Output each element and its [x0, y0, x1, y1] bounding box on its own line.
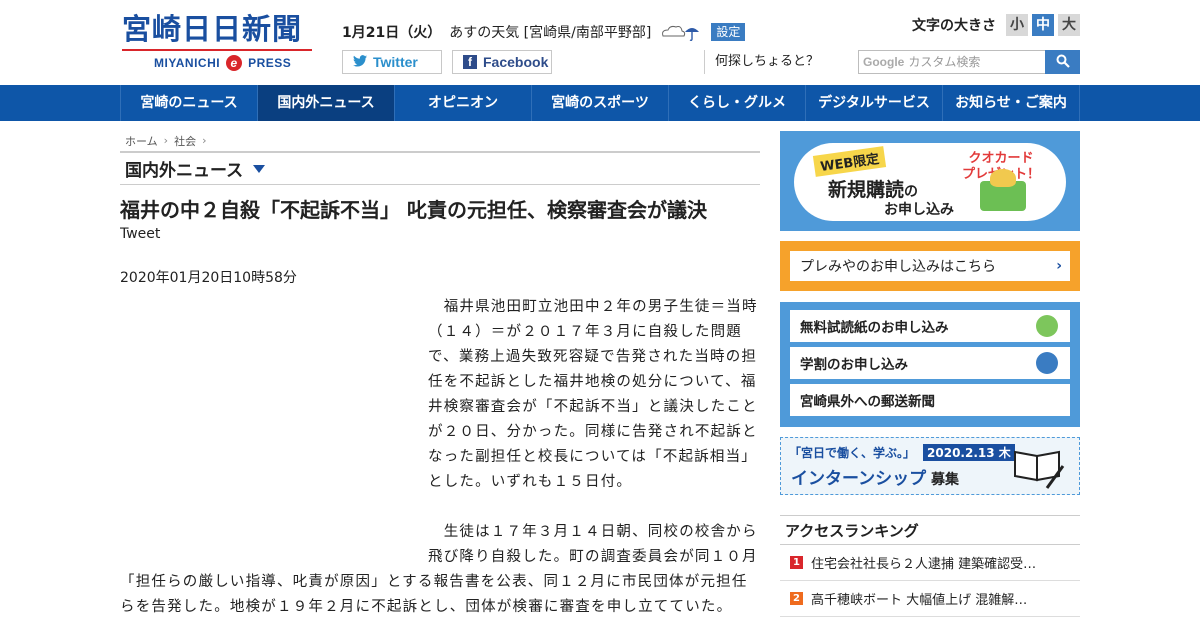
search-icon [1056, 53, 1070, 72]
font-size-large-button[interactable]: 大 [1058, 14, 1080, 36]
ranking-item-text: 高千穂峡ボート 大幅値上げ 混雑解… [811, 593, 1028, 608]
mascot-school-icon [1036, 352, 1058, 374]
breadcrumb-home[interactable]: ホーム [125, 133, 158, 149]
font-size-label: 文字の大きさ [912, 18, 996, 34]
search-input[interactable]: Google カスタム検索 [858, 50, 1046, 74]
outside-prefecture-mail-link[interactable]: 宮崎県外への郵送新聞 [790, 384, 1070, 416]
subscription-links-group: 無料試読紙のお申し込み 学割のお申し込み 宮崎県外への郵送新聞 [780, 302, 1080, 427]
site-header: 宮崎日日新聞 MIYANICHI e PRESS 1月21日（火） あすの天気 … [0, 0, 1200, 85]
nav-item-living-gourmet[interactable]: くらし・グルメ [668, 85, 805, 121]
internship-title: インターンシップ 募集 [791, 464, 959, 489]
nav-item-national-news[interactable]: 国内外ニュース [257, 85, 394, 121]
subscription-title-no: の [904, 184, 919, 200]
font-size-medium-button[interactable]: 中 [1032, 14, 1054, 36]
premiyaa-banner: プレみやのお申し込みはこちら › [780, 241, 1080, 291]
twitter-share-button[interactable]: Twitter [342, 50, 442, 74]
google-label: Google [863, 55, 905, 69]
logo-e-icon: e [226, 55, 243, 71]
access-ranking-title: アクセスランキング [780, 515, 1080, 545]
font-size-control: 文字の大きさ 小 中 大 [912, 14, 1080, 36]
free-trial-link[interactable]: 無料試読紙のお申し込み [790, 310, 1070, 342]
article-photo-area [120, 295, 428, 565]
subscription-title-main: 新規購読 [828, 179, 905, 201]
ranking-item-text: 住宅会社社長ら２人逮捕 建築確認受… [811, 557, 1037, 572]
cloud-umbrella-icon [659, 22, 703, 42]
site-logo[interactable]: 宮崎日日新聞 MIYANICHI e PRESS [122, 12, 314, 74]
ranking-item[interactable]: 1 住宅会社社長ら２人逮捕 建築確認受… [780, 545, 1080, 581]
free-trial-label: 無料試読紙のお申し込み [800, 320, 949, 336]
student-discount-label: 学割のお申し込み [800, 357, 908, 373]
facebook-label: Facebook [483, 54, 549, 70]
main-nav: 宮崎のニュース 国内外ニュース オピニオン 宮崎のスポーツ くらし・グルメ デジ… [0, 85, 1200, 121]
twitter-label: Twitter [373, 54, 418, 70]
nav-item-sports[interactable]: 宮崎のスポーツ [531, 85, 668, 121]
nav-item-miyazaki-news[interactable]: 宮崎のニュース [120, 85, 257, 121]
student-discount-link[interactable]: 学割のお申し込み [790, 347, 1070, 379]
chevron-right-icon: › [1056, 258, 1062, 274]
twitter-bird-icon [353, 54, 367, 70]
facebook-share-button[interactable]: f Facebook [452, 50, 552, 74]
breadcrumb-category[interactable]: 社会 [174, 133, 196, 149]
article-body: 福井県池田町立池田中２年の男子生徒＝当時（１４）＝が２０１７年３月に自殺した問題… [120, 295, 760, 620]
chevron-right-icon: › [202, 134, 207, 147]
search-hint-text: 何探しちょると？ [704, 50, 819, 74]
weather-text: あすの天気 [宮崎県/南部平野部] [449, 25, 652, 41]
sidebar: WEB限定 新規購読の お申し込み クオカード プレゼント！ プレみやのお申し込… [780, 131, 1080, 617]
ranking-number: 2 [790, 592, 803, 605]
main-content: ホーム › 社会 › 国内外ニュース 福井の中２自殺「不起訴不当」 叱責の元担任… [120, 121, 760, 630]
logo-japanese: 宮崎日日新聞 [122, 12, 303, 46]
tweet-link[interactable]: Tweet [120, 225, 760, 243]
search-button[interactable] [1045, 50, 1080, 74]
article-pubdate: 2020年01月20日10時58分 [120, 270, 297, 286]
internship-title-main: インターンシップ [791, 469, 927, 489]
book-pen-icon [1011, 444, 1067, 494]
breadcrumb: ホーム › 社会 › [120, 121, 760, 151]
subscription-subtitle: お申し込み [884, 202, 954, 218]
internship-tagline: 「宮日で働く、学ぶ。」 [789, 446, 916, 460]
weather-settings-button[interactable]: 設定 [711, 23, 746, 41]
triangle-down-icon [253, 164, 266, 173]
article-headline: 福井の中２自殺「不起訴不当」 叱責の元担任、検察審査会が議決 [120, 198, 707, 222]
internship-title-suffix: 募集 [926, 472, 960, 488]
internship-top-line: 「宮日で働く、学ぶ。」 2020.2.13 木 [789, 444, 1015, 461]
chevron-right-icon: › [163, 134, 169, 147]
nav-item-digital-services[interactable]: デジタルサービス [805, 85, 942, 121]
section-header[interactable]: 国内外ニュース [120, 151, 760, 185]
mascot-face-icon [990, 169, 1016, 187]
premiyaa-label: プレみやのお申し込みはこちら [800, 259, 996, 275]
logo-en-left: MIYANICHI [154, 56, 221, 70]
nav-item-notices[interactable]: お知らせ・ご案内 [942, 85, 1080, 121]
logo-english: MIYANICHI e PRESS [122, 55, 314, 71]
internship-banner[interactable]: 「宮日で働く、学ぶ。」 2020.2.13 木 インターンシップ 募集 [780, 437, 1080, 495]
mascot-icon [1036, 315, 1058, 337]
nav-item-opinion[interactable]: オピニオン [394, 85, 531, 121]
date-weather-line: 1月21日（火） あすの天気 [宮崎県/南部平野部] 設定 [342, 22, 746, 42]
quo-card-line1: クオカード [968, 151, 1034, 166]
section-title: 国内外ニュース [125, 161, 244, 181]
ranking-item[interactable]: 2 高千穂峡ボート 大幅値上げ 混雑解… [780, 581, 1080, 617]
internship-date: 2020.2.13 木 [923, 444, 1015, 461]
main-nav-items: 宮崎のニュース 国内外ニュース オピニオン 宮崎のスポーツ くらし・グルメ デジ… [120, 85, 1080, 121]
logo-rule [122, 49, 312, 51]
ranking-number: 1 [790, 556, 803, 569]
premiyaa-link[interactable]: プレみやのお申し込みはこちら › [790, 251, 1070, 281]
font-size-small-button[interactable]: 小 [1006, 14, 1028, 36]
search-placeholder: カスタム検索 [908, 55, 981, 69]
outside-prefecture-mail-label: 宮崎県外への郵送新聞 [800, 394, 935, 410]
facebook-f-icon: f [463, 55, 477, 69]
current-date: 1月21日（火） [342, 25, 442, 41]
logo-en-right: PRESS [248, 56, 292, 70]
subscription-title: 新規購読の [828, 175, 918, 202]
subscription-banner[interactable]: WEB限定 新規購読の お申し込み クオカード プレゼント！ [780, 131, 1080, 231]
